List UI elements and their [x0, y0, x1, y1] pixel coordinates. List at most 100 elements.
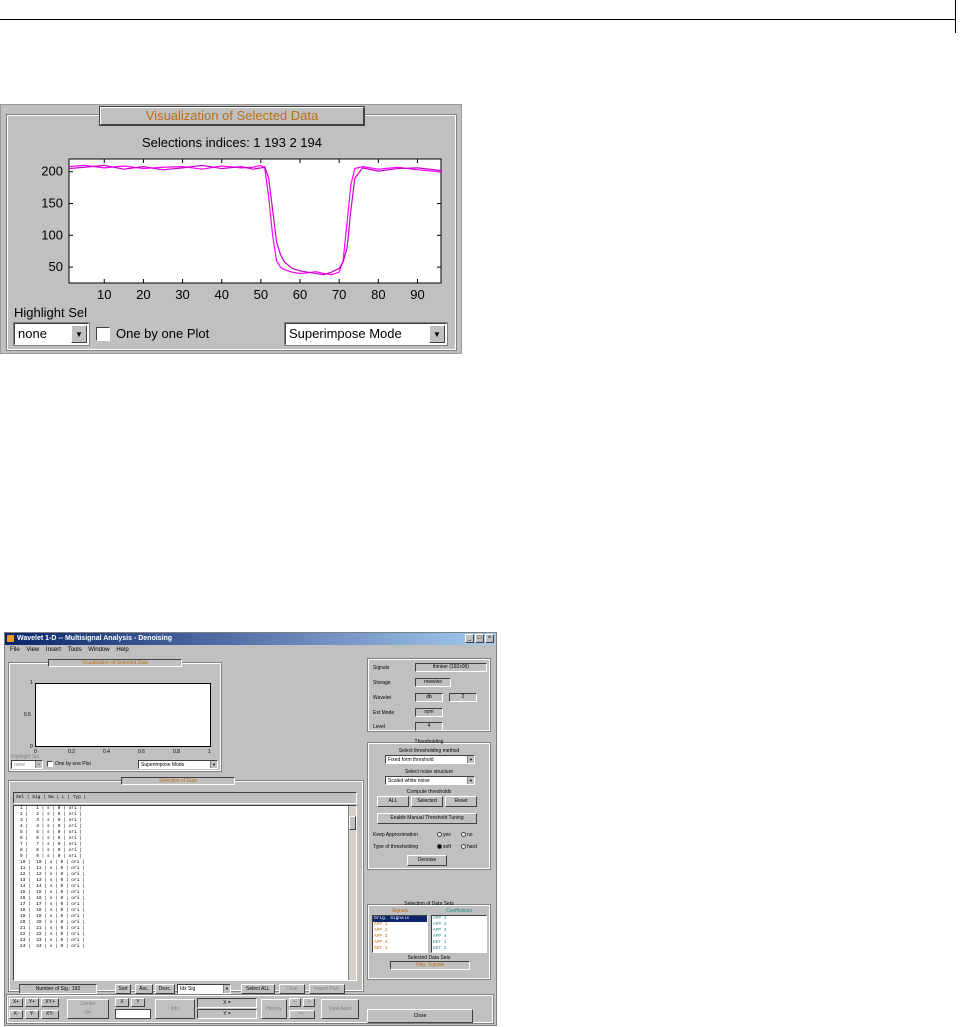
signals-list[interactable]: Orig. Signals APP 1 APP 2 APP 3 APP 4 DET 1 — [372, 915, 428, 953]
noise-value: Scaled white noise — [388, 778, 430, 784]
y-tick-label: 100 — [41, 227, 63, 242]
mini-highlight-select[interactable]: none ▼ — [11, 760, 43, 769]
history-forward[interactable]: -> — [303, 998, 315, 1007]
soft-label: soft — [443, 844, 452, 850]
mode-select[interactable]: Superimpose Mode ▼ — [284, 322, 448, 346]
one-by-one-label: One by one Plot — [116, 326, 210, 341]
chevron-down-icon[interactable]: ▼ — [429, 325, 445, 343]
coef-heading: Coefficients — [445, 908, 473, 914]
mini-one-by-one-checkbox[interactable] — [47, 761, 53, 767]
clear-button[interactable]: Clear — [279, 984, 305, 994]
compute-label: Compute thresholds — [406, 789, 452, 795]
info-button[interactable]: Info — [155, 999, 195, 1019]
chevron-down-icon[interactable]: ▼ — [35, 761, 42, 768]
menu-file[interactable]: File — [10, 647, 20, 653]
minimize-icon[interactable]: _ — [465, 634, 474, 643]
denoise-button[interactable]: Denoise — [407, 855, 447, 866]
table-row[interactable]: 24 | 24 | s | 0 | ori | — [20, 944, 356, 950]
center-y-button[interactable]: Y — [131, 998, 145, 1007]
one-by-one-checkbox[interactable] — [96, 327, 110, 341]
x-tick-label: 40 — [214, 287, 228, 302]
mini-vis-title: Visualization of Selected Data — [48, 659, 182, 667]
hard-label: hard — [467, 844, 478, 850]
noise-select[interactable]: Scaled white noise ▼ — [385, 776, 475, 785]
menu-help[interactable]: Help — [116, 647, 128, 653]
selected-sets-value: Orig. Signals — [390, 961, 470, 970]
app-window: Wavelet 1-D -- Multisignal Analysis - De… — [4, 632, 497, 1026]
close-icon[interactable]: × — [485, 634, 494, 643]
zoom-x-out[interactable]: X- — [9, 1010, 23, 1019]
mini-axes — [35, 683, 211, 747]
zoom-y-in[interactable]: Y+ — [25, 998, 39, 1007]
center-x-button[interactable]: X — [115, 998, 129, 1007]
hard-radio[interactable] — [461, 844, 466, 849]
view-axes-button[interactable]: View Axes — [321, 999, 359, 1019]
window-title: Wavelet 1-D -- Multisignal Analysis - De… — [17, 635, 173, 642]
chevron-down-icon[interactable]: ▼ — [223, 985, 230, 993]
sort-field-select[interactable]: Idx Sig ▼ — [177, 984, 231, 994]
menu-view[interactable]: View — [26, 647, 39, 653]
import-part-button[interactable]: Import Part. — [309, 984, 345, 994]
table-scrollbar[interactable] — [348, 806, 356, 980]
history-clear[interactable]: <<- — [289, 1010, 315, 1019]
asc-button[interactable]: Asc. — [135, 984, 153, 994]
center-on-button[interactable]: Center On — [67, 999, 109, 1019]
selected-button[interactable]: Selected — [411, 796, 443, 807]
zoom-xy-out[interactable]: XY- — [41, 1010, 59, 1019]
x-tick-label: 50 — [254, 287, 268, 302]
maximize-icon[interactable]: □ — [475, 634, 484, 643]
manual-tuning-button[interactable]: Enable Manual Threshold Tuning — [377, 813, 477, 824]
signals-heading: Signals — [391, 908, 409, 914]
selection-indices: Selections indices: 1 193 2 194 — [142, 135, 322, 150]
mode-value: Superimpose Mode — [289, 326, 402, 341]
highlight-select[interactable]: none ▼ — [13, 322, 90, 346]
chevron-down-icon[interactable]: ▼ — [467, 756, 474, 763]
data-table[interactable]: 1 | 1 | s | 0 | ori | 2 | 2 | s | 0 | ori… — [13, 805, 357, 981]
x-tick-label: 80 — [371, 287, 385, 302]
wavelet-label: Wavelet — [373, 695, 391, 701]
all-button[interactable]: ALL — [377, 796, 409, 807]
x-tick-label: 10 — [97, 287, 111, 302]
no-radio[interactable] — [461, 832, 466, 837]
storage-value: rowwise — [415, 678, 451, 687]
history-button[interactable]: History — [261, 999, 287, 1019]
zoom-x-in[interactable]: X+ — [9, 998, 23, 1007]
select-all-button[interactable]: Select ALL — [241, 984, 275, 994]
chevron-down-icon[interactable]: ▼ — [210, 761, 217, 768]
list-item[interactable]: DET 2 — [432, 946, 486, 952]
num-sig-box: Number of Sig.: 192 — [19, 984, 97, 994]
table-header: Sel | Sig | Dw | L | Typ | — [13, 792, 357, 804]
visualization-panel: Visualization of Selected Data Selection… — [0, 104, 462, 354]
x-tick-label: 20 — [136, 287, 150, 302]
keep-approx-label: Keep Approximation — [373, 832, 418, 838]
xtick: 0.8 — [173, 749, 180, 755]
desc-button[interactable]: Desc. — [155, 984, 175, 994]
menu-insert[interactable]: Insert — [46, 647, 61, 653]
storage-label: Storage — [373, 680, 391, 686]
zoom-y-out[interactable]: Y- — [25, 1010, 39, 1019]
history-back[interactable]: <- — [289, 998, 301, 1007]
chevron-down-icon[interactable]: ▼ — [71, 325, 87, 343]
no-label: no — [467, 832, 473, 838]
close-button[interactable]: Close — [367, 1009, 473, 1023]
menu-window[interactable]: Window — [88, 647, 109, 653]
zoom-xy-in[interactable]: XY+ — [41, 998, 59, 1007]
yes-radio[interactable] — [437, 832, 442, 837]
list-item[interactable]: DET 1 — [373, 946, 427, 952]
mini-mode-select[interactable]: Superimpose Mode ▼ — [138, 760, 218, 769]
method-select[interactable]: Fixed form threshold ▼ — [385, 755, 475, 764]
coef-list[interactable]: APP 1 APP 2 APP 3 APP 4 DET 1 DET 2 — [431, 915, 487, 953]
scroll-thumb[interactable] — [349, 816, 356, 830]
soft-radio[interactable] — [437, 844, 442, 849]
center-input[interactable] — [115, 1009, 151, 1019]
y-tick-label: 150 — [41, 196, 63, 211]
mini-mode-value: Superimpose Mode — [141, 762, 185, 768]
method-label: Select thresholding method — [398, 748, 460, 754]
menu-tools[interactable]: Tools — [68, 647, 82, 653]
thresh-type-label: Type of thresholding — [373, 844, 419, 850]
sort-button[interactable]: Sort — [115, 984, 131, 994]
noise-label: Select noise structure — [404, 769, 454, 775]
reset-button[interactable]: Reset — [445, 796, 477, 807]
x-readout: X = — [197, 998, 257, 1008]
chevron-down-icon[interactable]: ▼ — [467, 777, 474, 784]
